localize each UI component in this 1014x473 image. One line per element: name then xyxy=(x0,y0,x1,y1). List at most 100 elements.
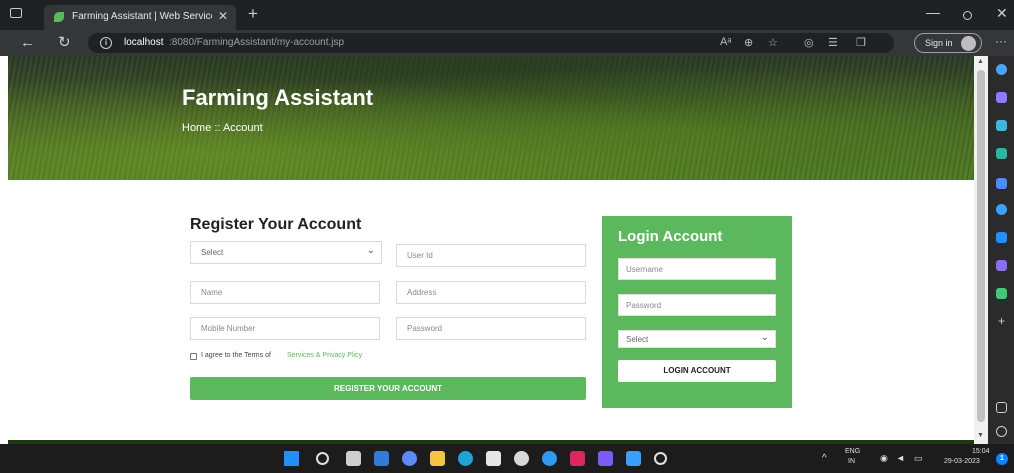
register-password-field[interactable] xyxy=(396,317,586,340)
read-aloud-icon[interactable]: Aᵃ xyxy=(720,36,731,48)
chevron-down-icon: ⌄ xyxy=(760,332,769,343)
file-explorer-icon[interactable] xyxy=(430,451,445,466)
hero-banner xyxy=(8,56,974,180)
login-button[interactable]: LOGIN ACCOUNT xyxy=(618,360,776,382)
browser-sidebar: + xyxy=(988,56,1014,444)
login-password-input[interactable] xyxy=(619,295,775,316)
screen: Farming Assistant | Web Service ✕ + — ✕ … xyxy=(0,0,1014,473)
address-field[interactable] xyxy=(396,281,586,304)
page-scrollbar[interactable]: ▲ ▼ xyxy=(974,56,988,444)
name-input[interactable] xyxy=(191,282,379,303)
name-field[interactable] xyxy=(190,281,380,304)
login-panel: Login Account Select ⌄ LOGIN ACCOUNT xyxy=(602,216,792,408)
avatar-icon xyxy=(961,36,976,51)
scroll-thumb[interactable] xyxy=(977,70,985,422)
terms-checkbox[interactable] xyxy=(190,353,197,360)
mcafee-icon[interactable] xyxy=(570,451,585,466)
sign-in-button[interactable]: Sign in xyxy=(914,33,982,53)
address-input[interactable] xyxy=(397,282,585,303)
minimize-icon[interactable]: — xyxy=(926,4,940,20)
battery-icon[interactable]: ▭ xyxy=(914,453,923,464)
windows-taskbar: ^ ENG IN ◉ ◄ ▭ 15:04 29-03-2023 1 xyxy=(0,444,1014,473)
register-heading: Register Your Account xyxy=(190,216,362,233)
browser-title-bar: Farming Assistant | Web Service ✕ + — ✕ xyxy=(0,0,1014,30)
mobile-input[interactable] xyxy=(191,318,379,339)
settings-gear-icon[interactable] xyxy=(996,426,1007,437)
office-icon[interactable] xyxy=(996,204,1007,215)
leaf-favicon-icon xyxy=(54,12,64,22)
mobile-field[interactable] xyxy=(190,317,380,340)
add-icon[interactable]: + xyxy=(996,315,1007,327)
tools-icon[interactable] xyxy=(996,148,1007,159)
search-icon[interactable] xyxy=(996,64,1007,75)
volume-icon[interactable]: ◄ xyxy=(896,453,905,463)
clock-time[interactable]: 15:04 xyxy=(972,448,990,455)
edge-icon[interactable] xyxy=(458,451,473,466)
help-icon[interactable] xyxy=(542,451,557,466)
login-button-label: LOGIN ACCOUNT xyxy=(663,366,731,375)
extension-icon[interactable]: ◎ xyxy=(804,36,814,49)
window-menu-icon[interactable] xyxy=(10,8,22,18)
login-heading: Login Account xyxy=(618,228,723,245)
collections-icon[interactable]: ❐ xyxy=(856,36,866,49)
favorite-icon[interactable]: ☆ xyxy=(768,36,778,49)
search-icon[interactable] xyxy=(316,452,329,465)
tray-chevron-icon[interactable]: ^ xyxy=(822,453,827,464)
drop-icon[interactable] xyxy=(996,288,1007,299)
login-role-value: Select xyxy=(626,335,649,344)
notification-badge[interactable]: 1 xyxy=(996,453,1008,465)
chat-icon[interactable] xyxy=(402,451,417,466)
browser-tab[interactable]: Farming Assistant | Web Service ✕ xyxy=(44,5,236,30)
register-role-select[interactable]: Select ⌄ xyxy=(190,241,382,264)
shopping-icon[interactable] xyxy=(996,120,1007,131)
store-icon[interactable] xyxy=(486,451,501,466)
login-role-select[interactable]: Select ⌄ xyxy=(618,330,776,348)
people-icon[interactable] xyxy=(996,178,1007,189)
register-role-value: Select xyxy=(201,248,224,257)
window-close-icon[interactable]: ✕ xyxy=(996,5,1008,22)
widgets-icon[interactable] xyxy=(374,451,389,466)
breadcrumb[interactable]: Home :: Account xyxy=(182,122,263,134)
tab-close-icon[interactable]: ✕ xyxy=(218,9,228,23)
power-automate-icon[interactable] xyxy=(626,451,641,466)
clock-date: 29-03-2023 xyxy=(944,458,980,465)
user-id-input[interactable] xyxy=(397,245,585,266)
more-options-icon[interactable]: ··· xyxy=(995,34,1007,48)
page-title: Farming Assistant xyxy=(182,85,374,110)
username-input[interactable] xyxy=(619,259,775,280)
username-field[interactable] xyxy=(618,258,776,280)
wifi-icon[interactable]: ◉ xyxy=(880,453,888,464)
register-button-label: REGISTER YOUR ACCOUNT xyxy=(333,384,442,393)
reload-icon[interactable]: ↻ xyxy=(58,33,71,51)
favorites-list-icon[interactable]: ☰ xyxy=(828,36,838,49)
chevron-down-icon: ⌄ xyxy=(366,245,375,256)
restore-icon[interactable] xyxy=(963,11,972,20)
region-label: IN xyxy=(848,458,855,465)
language-label[interactable]: ENG xyxy=(845,448,860,455)
outlook-icon[interactable] xyxy=(996,232,1007,243)
task-view-icon[interactable] xyxy=(346,451,361,466)
url-host: localhost xyxy=(124,37,164,48)
settings-gear-icon[interactable] xyxy=(654,452,667,465)
browser-toolbar: ← ↻ i localhost :8080/FarmingAssistant/m… xyxy=(0,30,1014,56)
site-info-icon[interactable]: i xyxy=(100,37,112,49)
chrome-icon[interactable] xyxy=(514,451,529,466)
register-password-input[interactable] xyxy=(397,318,585,339)
copilot-icon[interactable] xyxy=(996,92,1007,103)
register-button[interactable]: REGISTER YOUR ACCOUNT xyxy=(190,377,586,400)
scroll-down-icon[interactable]: ▼ xyxy=(977,432,984,439)
terms-link[interactable]: Services & Privacy Plicy xyxy=(287,352,362,359)
page-viewport: Farming Assistant Home :: Account Regist… xyxy=(0,56,974,444)
user-id-field[interactable] xyxy=(396,244,586,267)
games-icon[interactable] xyxy=(996,260,1007,271)
sidebar-toggle-icon[interactable] xyxy=(996,402,1007,413)
url-path: :8080/FarmingAssistant/my-account.jsp xyxy=(169,37,345,48)
address-bar[interactable]: i localhost :8080/FarmingAssistant/my-ac… xyxy=(88,33,894,53)
scroll-up-icon[interactable]: ▲ xyxy=(977,58,984,65)
back-arrow-icon[interactable]: ← xyxy=(20,34,35,51)
zoom-icon[interactable]: ⊕ xyxy=(744,36,753,49)
new-tab-icon[interactable]: + xyxy=(248,4,258,24)
start-icon[interactable] xyxy=(284,451,299,466)
app-icon[interactable] xyxy=(598,451,613,466)
login-password-field[interactable] xyxy=(618,294,776,316)
